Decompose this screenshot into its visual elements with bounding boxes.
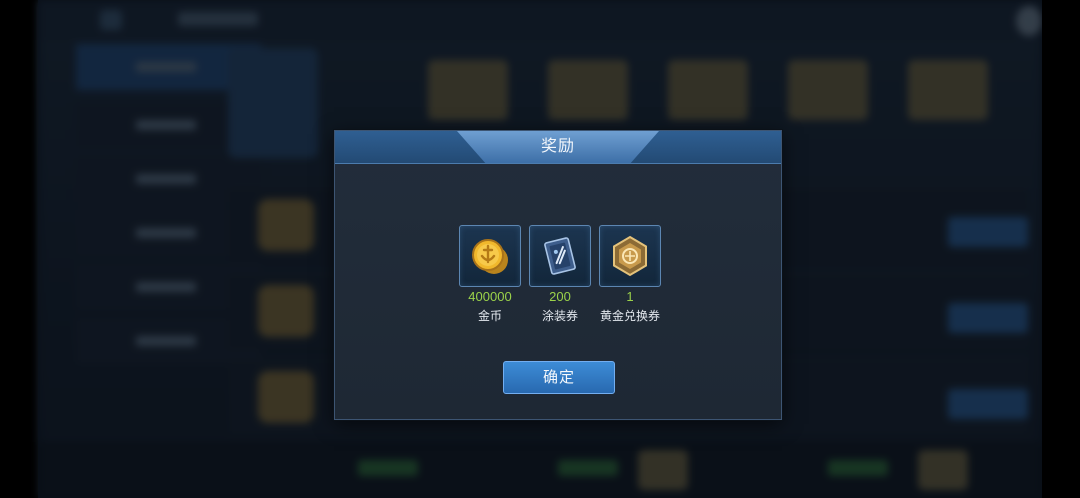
reward-name: 涂装券 bbox=[541, 309, 578, 323]
reward-slot bbox=[459, 225, 521, 287]
reward-item-gold[interactable]: 400000 金币 bbox=[450, 225, 530, 324]
reward-name: 金币 bbox=[477, 309, 502, 323]
reward-item-gold-exchange-voucher[interactable]: 1 黄金兑换券 bbox=[590, 225, 670, 324]
dialog-header: 奖励 bbox=[335, 131, 781, 164]
screen-edge-left bbox=[0, 0, 38, 498]
reward-dialog: 奖励 400000 金币 200 涂装券 1 黄金兑换券 确定 bbox=[334, 130, 782, 420]
reward-amount: 400000 bbox=[468, 289, 512, 304]
skin-voucher-icon bbox=[544, 237, 576, 275]
reward-slot bbox=[599, 225, 661, 287]
reward-name: 黄金兑换券 bbox=[599, 309, 660, 323]
screen-edge-right bbox=[1042, 0, 1080, 498]
reward-item-skin-voucher[interactable]: 200 涂装券 bbox=[520, 225, 600, 324]
dialog-title: 奖励 bbox=[540, 138, 575, 155]
reward-amount: 200 bbox=[549, 289, 571, 304]
gold-coin-icon bbox=[472, 239, 508, 274]
reward-slot bbox=[529, 225, 591, 287]
gold-exchange-voucher-icon bbox=[613, 235, 647, 277]
reward-list: 400000 金币 200 涂装券 1 黄金兑换券 bbox=[335, 225, 781, 335]
confirm-button[interactable]: 确定 bbox=[503, 361, 615, 394]
reward-amount: 1 bbox=[626, 289, 634, 304]
